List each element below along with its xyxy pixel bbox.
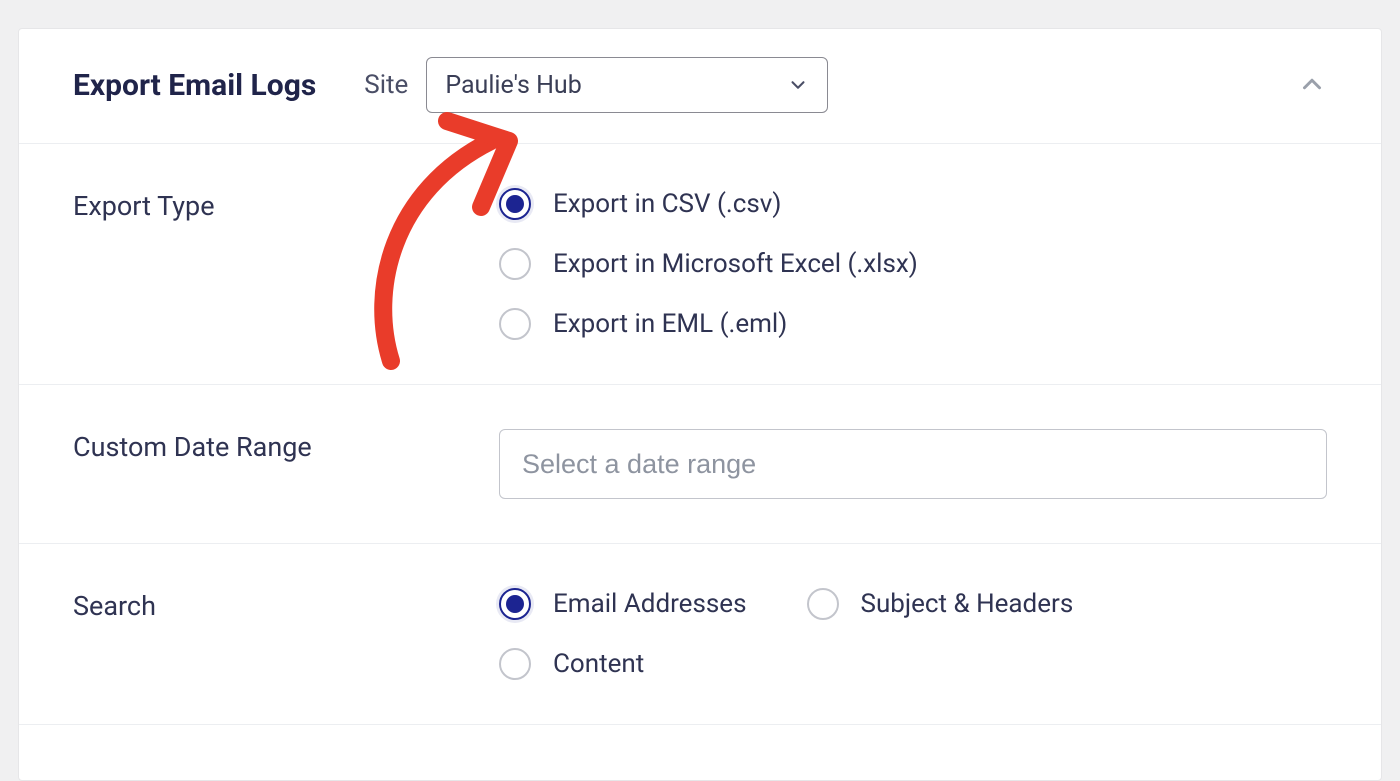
radio-label: Subject & Headers (861, 589, 1074, 619)
chevron-down-icon (787, 74, 809, 96)
radio-label: Email Addresses (553, 589, 747, 619)
site-label: Site (364, 70, 408, 100)
export-panel: Export Email Logs Site Paulie's Hub Expo… (18, 28, 1382, 781)
site-select[interactable]: Paulie's Hub (426, 57, 828, 113)
collapse-toggle[interactable] (1297, 69, 1327, 103)
date-range-body (499, 429, 1327, 499)
radio-export-xlsx[interactable]: Export in Microsoft Excel (.xlsx) (499, 248, 1327, 280)
export-type-label: Export Type (73, 188, 499, 340)
section-search: Search Email Addresses Subject & Headers… (19, 544, 1381, 725)
radio-label: Export in CSV (.csv) (553, 189, 781, 219)
radio-icon (499, 588, 531, 620)
export-type-body: Export in CSV (.csv) Export in Microsoft… (499, 188, 1327, 340)
radio-label: Content (553, 649, 644, 679)
radio-icon (807, 588, 839, 620)
search-label: Search (73, 588, 499, 680)
date-range-input[interactable] (499, 429, 1327, 499)
panel-header: Export Email Logs Site Paulie's Hub (19, 29, 1381, 144)
radio-search-email[interactable]: Email Addresses (499, 588, 747, 620)
radio-search-content[interactable]: Content (499, 648, 1327, 680)
search-body: Email Addresses Subject & Headers Conten… (499, 588, 1327, 680)
radio-export-csv[interactable]: Export in CSV (.csv) (499, 188, 1327, 220)
radio-icon (499, 188, 531, 220)
radio-label: Export in Microsoft Excel (.xlsx) (553, 249, 918, 279)
site-selected-value: Paulie's Hub (445, 71, 581, 100)
radio-export-eml[interactable]: Export in EML (.eml) (499, 308, 1327, 340)
radio-icon (499, 308, 531, 340)
radio-search-subject[interactable]: Subject & Headers (807, 588, 1074, 620)
radio-label: Export in EML (.eml) (553, 309, 787, 339)
panel-title: Export Email Logs (73, 68, 316, 103)
section-date-range: Custom Date Range (19, 385, 1381, 544)
radio-icon (499, 648, 531, 680)
radio-icon (499, 248, 531, 280)
date-range-label: Custom Date Range (73, 429, 499, 499)
section-export-type: Export Type Export in CSV (.csv) Export … (19, 144, 1381, 385)
chevron-up-icon (1297, 84, 1327, 103)
